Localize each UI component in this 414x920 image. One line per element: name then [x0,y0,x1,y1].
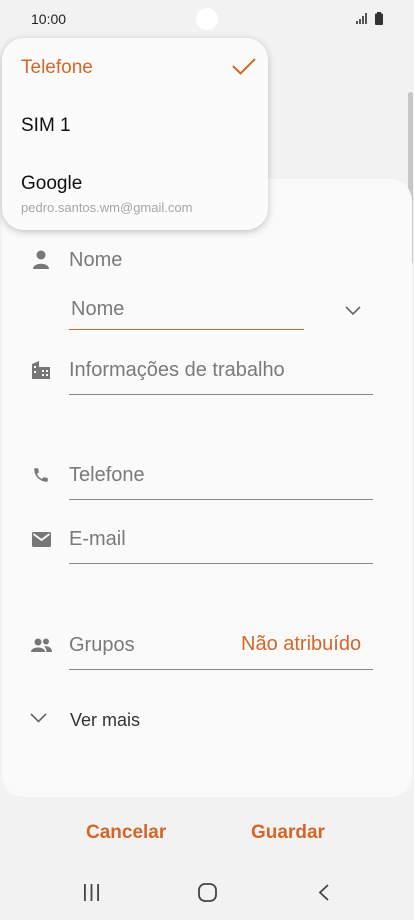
name-field-underline [69,329,304,330]
email-underline [69,563,373,564]
storage-option-google[interactable]: Google [21,173,82,195]
signal-icon [356,13,367,24]
person-icon [33,250,49,269]
groups-icon [31,638,52,652]
chevron-down-icon[interactable] [345,306,361,316]
name-section-label: Nome [69,249,123,271]
chevron-down-icon[interactable] [30,713,47,723]
email-field[interactable]: E-mail [69,528,126,551]
email-icon [32,532,51,547]
status-time: 10:00 [31,11,67,27]
camera-cutout [196,8,218,30]
building-icon [32,361,50,379]
work-info-underline [69,394,373,395]
contact-form-card [2,179,412,797]
view-more-button[interactable]: Ver mais [70,710,140,731]
groups-label[interactable]: Grupos [69,634,135,657]
phone-underline [69,499,373,500]
check-icon [232,58,256,75]
storage-option-phone[interactable]: Telefone [21,57,93,79]
status-bar: 10:00 [0,0,414,38]
back-icon[interactable] [318,884,329,901]
cancel-button[interactable]: Cancelar [86,822,166,844]
save-button[interactable]: Guardar [251,822,325,844]
storage-location-dropdown: Telefone SIM 1 Google pedro.santos.wm@gm… [2,38,268,230]
recent-apps-icon[interactable] [83,884,100,901]
phone-icon [34,468,48,482]
name-field[interactable]: Nome [71,298,124,321]
battery-icon [375,12,383,25]
groups-value[interactable]: Não atribuído [241,633,361,656]
phone-field[interactable]: Telefone [69,464,145,487]
groups-underline [69,669,373,670]
home-icon[interactable] [198,883,217,902]
google-account-email: pedro.santos.wm@gmail.com [21,200,193,215]
work-info-field[interactable]: Informações de trabalho [69,359,285,382]
storage-option-sim1[interactable]: SIM 1 [21,115,71,137]
